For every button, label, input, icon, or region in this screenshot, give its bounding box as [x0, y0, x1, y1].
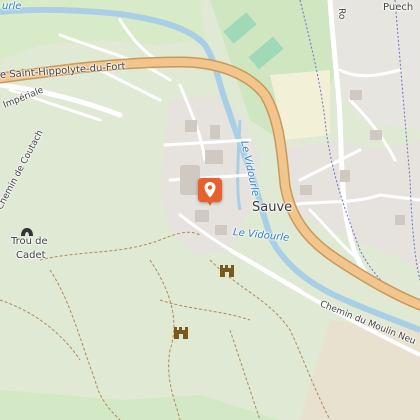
location-glyph-icon	[204, 182, 216, 198]
town-label-sauve: Sauve	[252, 200, 293, 215]
cave-icon[interactable]	[20, 227, 34, 237]
castle-icon[interactable]	[220, 265, 234, 277]
castle-icon[interactable]	[174, 327, 188, 339]
map-background	[0, 0, 420, 420]
place-label-puech: Puech	[383, 2, 414, 13]
poi-label-trou: Trou de	[11, 236, 48, 247]
marker-tip	[206, 199, 214, 206]
poi-label-cadet: Cadet	[16, 250, 46, 261]
river-label-top: urle	[2, 1, 22, 12]
map-pin-icon[interactable]	[198, 178, 222, 208]
map-canvas[interactable]: urle e Saint-Hippolyte-du-Fort Impériale…	[0, 0, 420, 420]
road-label-ro: Ro	[336, 7, 347, 20]
